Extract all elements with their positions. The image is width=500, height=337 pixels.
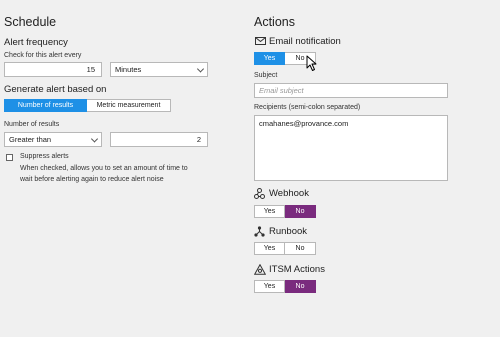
runbook-toggle: Yes No — [254, 242, 316, 255]
number-of-results-label: Number of results — [4, 121, 60, 128]
runbook-icon — [254, 226, 265, 237]
envelope-icon — [255, 37, 266, 45]
mouse-cursor-icon — [306, 55, 317, 71]
operator-value: Greater than — [9, 135, 52, 144]
recipients-textarea[interactable]: cmahanes@provance.com — [254, 115, 448, 181]
check-every-label: Check for this alert every — [4, 52, 82, 59]
chevron-down-icon — [90, 134, 99, 143]
webhook-no-button[interactable]: No — [285, 205, 316, 218]
chevron-down-icon — [196, 64, 205, 73]
suppress-description-line1: When checked, allows you to set an amoun… — [20, 165, 188, 172]
webhook-label: Webhook — [269, 188, 309, 199]
suppress-description-line2: wait before alerting again to reduce ale… — [20, 176, 164, 183]
itsm-toggle: Yes No — [254, 280, 316, 293]
recipients-label: Recipients (semi-colon separated) — [254, 104, 361, 111]
suppress-alerts-label: Suppress alerts — [20, 153, 69, 160]
operator-select[interactable]: Greater than — [4, 132, 102, 147]
webhook-icon — [254, 188, 265, 199]
runbook-yes-button[interactable]: Yes — [254, 242, 285, 255]
actions-title: Actions — [254, 15, 295, 29]
itsm-yes-button[interactable]: Yes — [254, 280, 285, 293]
webhook-toggle: Yes No — [254, 205, 316, 218]
webhook-yes-button[interactable]: Yes — [254, 205, 285, 218]
number-of-results-option[interactable]: Number of results — [4, 99, 87, 112]
schedule-title: Schedule — [4, 15, 57, 29]
subject-placeholder: Email subject — [259, 86, 304, 95]
frequency-value-input[interactable]: 15 — [4, 62, 102, 77]
generate-alert-title: Generate alert based on — [4, 84, 107, 95]
itsm-icon — [254, 264, 266, 275]
email-yes-button[interactable]: Yes — [254, 52, 285, 65]
email-notification-label: Email notification — [269, 36, 341, 47]
email-subject-input[interactable]: Email subject — [254, 83, 448, 98]
alert-basis-toggle: Number of results Metric measurement — [4, 99, 171, 112]
runbook-label: Runbook — [269, 226, 308, 237]
suppress-alerts-checkbox[interactable] — [6, 154, 13, 161]
recipients-value: cmahanes@provance.com — [259, 119, 349, 128]
itsm-actions-label: ITSM Actions — [269, 264, 325, 275]
itsm-no-button[interactable]: No — [285, 280, 316, 293]
threshold-input[interactable]: 2 — [110, 132, 208, 147]
runbook-no-button[interactable]: No — [285, 242, 316, 255]
frequency-unit-value: Minutes — [115, 65, 142, 74]
alert-frequency-label: Alert frequency — [4, 37, 68, 48]
frequency-unit-select[interactable]: Minutes — [110, 62, 208, 77]
metric-measurement-option[interactable]: Metric measurement — [87, 99, 171, 112]
subject-label: Subject — [254, 72, 278, 79]
